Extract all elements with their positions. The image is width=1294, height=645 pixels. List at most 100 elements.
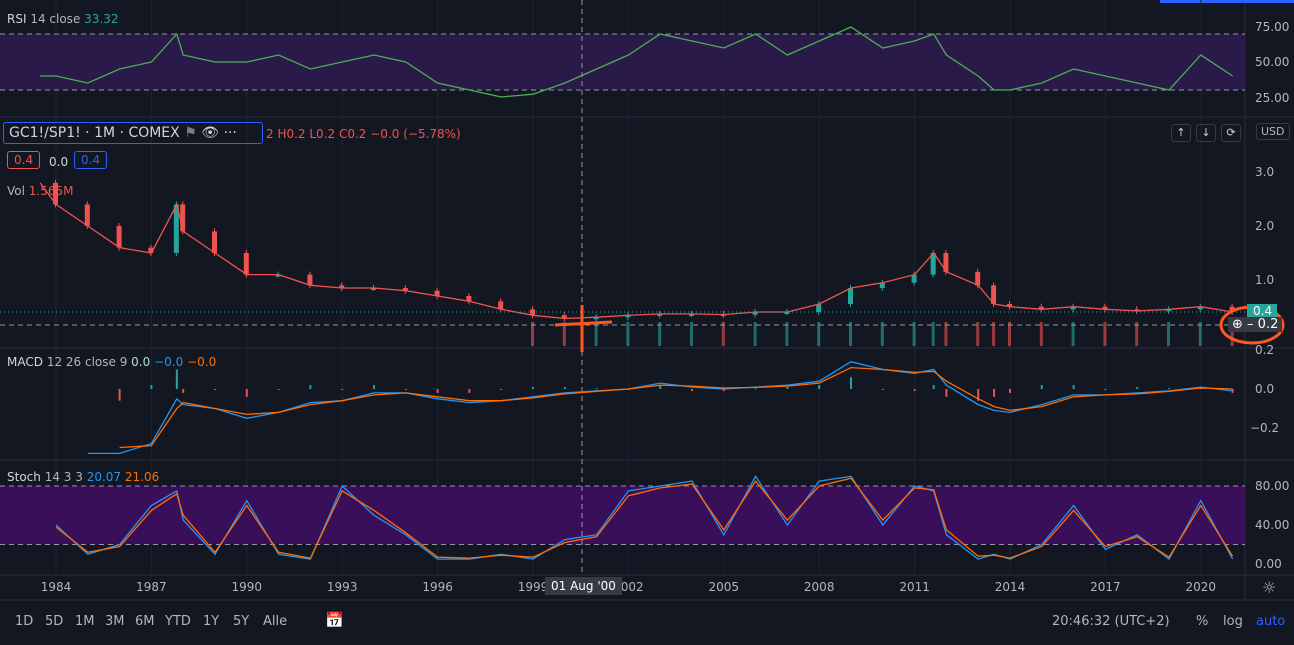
volume-bar	[785, 322, 789, 346]
macd-histogram-bar	[1009, 389, 1011, 393]
range-button-5y[interactable]: 5Y	[233, 614, 249, 629]
macd-histogram-bar	[436, 389, 439, 393]
volume-bar	[626, 322, 630, 346]
log-toggle[interactable]: log	[1223, 614, 1243, 629]
macd-histogram-bar	[532, 387, 534, 389]
settings-gear-icon[interactable]: ☼	[1262, 578, 1276, 597]
macd-histogram-bar	[1136, 387, 1139, 389]
macd-histogram-bar	[691, 389, 693, 391]
stoch-legend: Stoch 14 3 3 20.07 21.06	[7, 470, 159, 484]
x-axis-tick: 1999	[517, 580, 549, 594]
macd-histogram-bar	[913, 389, 916, 391]
macd-histogram-bar	[1104, 389, 1107, 390]
macd-histogram-bar	[786, 387, 789, 389]
volume-bar	[1039, 322, 1043, 346]
volume-bar	[976, 322, 980, 346]
macd-histogram-bar	[150, 385, 153, 389]
symbol: GC1!/SP1!	[9, 125, 81, 141]
chart-canvas[interactable]	[0, 0, 1294, 645]
macd-histogram-bar	[754, 388, 757, 390]
rsi-name: RSI	[7, 12, 27, 26]
x-axis-tick: 1990	[231, 580, 263, 594]
currency-badge[interactable]: USD	[1256, 123, 1290, 140]
clock-time: 20:46:32 (UTC+2)	[1052, 614, 1170, 629]
signal-line	[119, 366, 1233, 449]
macd-histogram-bar	[1168, 388, 1170, 390]
x-axis-tick: 1987	[136, 580, 167, 594]
spread: 0.0	[49, 155, 69, 169]
range-button-1d[interactable]: 1D	[15, 614, 33, 629]
x-axis-tick: 1993	[326, 580, 358, 594]
scroll-up-button[interactable]: ↑	[1171, 124, 1191, 142]
interval: 1M	[94, 125, 116, 141]
macd-histogram-bar	[245, 389, 248, 397]
active-indicator-bar	[1160, 0, 1294, 3]
rsi-axis-75: 75.00	[1255, 20, 1290, 34]
add-icon[interactable]: ⊕	[1232, 317, 1243, 332]
symbol-legend[interactable]: GC1!/SP1! · 1M · COMEX ⚑ 👁 ···	[3, 122, 263, 144]
macd-histogram-bar	[1072, 385, 1075, 389]
volume-bar	[1135, 322, 1139, 346]
macd-histogram-bar	[563, 387, 566, 389]
volume-bar	[690, 322, 693, 346]
macd-histogram-bar	[118, 389, 121, 401]
volume-bar	[817, 322, 821, 346]
volume-bar	[531, 322, 534, 346]
macd-signal: −0.0	[187, 355, 217, 369]
macd-histogram-bar	[277, 389, 280, 390]
sell-price[interactable]: 0.4	[7, 151, 41, 169]
x-axis-tick: 2011	[899, 580, 930, 594]
range-button-1y[interactable]: 1Y	[203, 614, 219, 629]
ohlc-legend: 2 H0.2 L0.2 C0.2 −0.0 (−5.78%)	[266, 127, 461, 141]
flag-icon[interactable]: ⚑	[184, 125, 197, 141]
range-button-1m[interactable]: 1M	[75, 614, 95, 629]
macd-histogram-bar	[175, 369, 178, 389]
x-axis-tick: 2014	[994, 580, 1026, 594]
macd-legend: MACD 12 26 close 9 0.0 −0.0 −0.0	[7, 355, 216, 369]
stoch-name: Stoch	[7, 470, 41, 484]
macd-histogram-bar	[309, 385, 312, 389]
macd-histogram-bar	[1040, 385, 1043, 389]
volume-bar	[880, 322, 884, 346]
range-button-alle[interactable]: Alle	[263, 614, 287, 629]
volume-bar	[1198, 322, 1202, 346]
eye-icon[interactable]: 👁	[201, 125, 219, 141]
price-axis-3: 3.0	[1255, 165, 1275, 179]
stoch-band	[0, 486, 1245, 545]
scroll-down-button[interactable]: ↓	[1196, 124, 1216, 142]
crosshair-price: 0.2	[1257, 317, 1279, 332]
stoch-params: 14 3 3	[44, 470, 83, 484]
macd-histogram-bar	[881, 389, 884, 390]
macd-params: 12 26 close 9	[46, 355, 128, 369]
buy-price[interactable]: 0.4	[74, 151, 108, 169]
goto-date-calendar-icon[interactable]: 📅	[325, 611, 344, 629]
volume-bar	[849, 322, 852, 346]
range-button-5d[interactable]: 5D	[45, 614, 63, 629]
x-axis-tick: 2008	[803, 580, 835, 594]
volume-bar	[1071, 322, 1075, 346]
volume-bar	[992, 322, 996, 346]
rsi-axis-25: 25.00	[1255, 91, 1290, 105]
reset-button[interactable]: ⟳	[1221, 124, 1241, 142]
x-axis-tick: 1996	[422, 580, 453, 594]
volume-bar	[944, 322, 948, 346]
range-button-3m[interactable]: 3M	[105, 614, 125, 629]
macd-histogram-bar	[214, 389, 216, 390]
range-button-6m[interactable]: 6M	[135, 614, 155, 629]
last-price-label: 0.4	[1247, 304, 1277, 318]
macd-histogram-bar	[373, 385, 375, 389]
macd-histogram-bar	[404, 389, 407, 390]
macd-hist: 0.0	[131, 355, 151, 369]
percent-toggle[interactable]: %	[1196, 614, 1208, 629]
more-icon[interactable]: ···	[223, 125, 236, 141]
range-button-ytd[interactable]: YTD	[165, 614, 191, 629]
volume-bar	[1103, 322, 1107, 346]
stoch-axis-80: 80.00	[1255, 479, 1290, 493]
stoch-axis-40: 40.00	[1255, 518, 1290, 532]
volume-bar	[1167, 322, 1170, 346]
stoch-d: 21.06	[124, 470, 160, 484]
price-axis-1: 1.0	[1255, 273, 1275, 287]
auto-toggle[interactable]: auto	[1256, 614, 1285, 629]
macd-value: −0.0	[154, 355, 184, 369]
vol-label: Vol	[7, 184, 25, 198]
